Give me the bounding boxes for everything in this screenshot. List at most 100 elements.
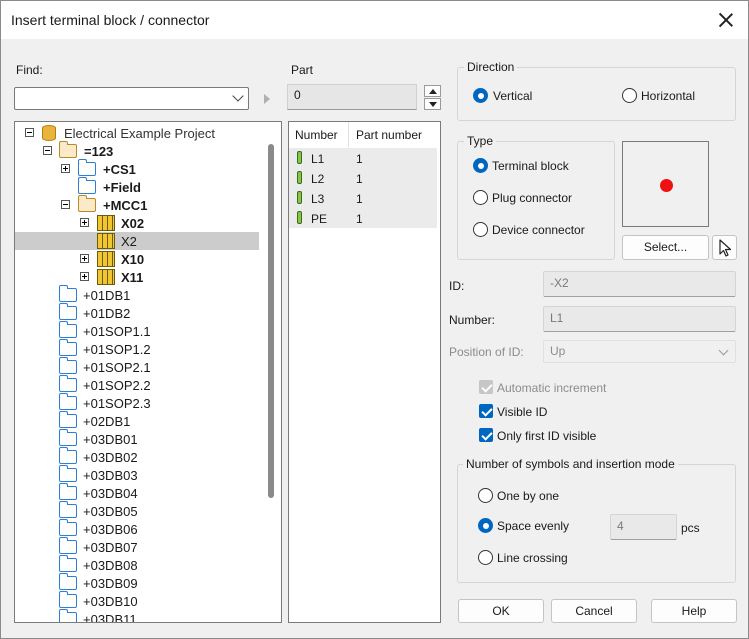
find-combobox[interactable] <box>14 87 249 110</box>
direction-group-label: Direction <box>464 60 518 74</box>
select-button[interactable]: Select... <box>622 235 709 260</box>
vertical-label[interactable]: Vertical <box>493 89 532 103</box>
id-field[interactable]: -X2 <box>543 271 736 297</box>
device-connector-label[interactable]: Device connector <box>492 223 585 237</box>
tree-item[interactable]: +02DB1 <box>15 411 281 430</box>
column-header-number[interactable]: Number <box>289 122 349 147</box>
line-crossing-radio[interactable] <box>478 550 493 565</box>
folder-icon <box>58 537 77 554</box>
find-next-arrow-icon[interactable] <box>255 87 279 110</box>
position-of-id-value: Up <box>550 344 566 358</box>
part-spin-down-icon[interactable] <box>424 98 441 110</box>
tree-item[interactable]: +01SOP2.2 <box>15 375 281 394</box>
folder-icon <box>58 519 77 536</box>
collapse-icon[interactable] <box>25 128 34 137</box>
tree-item[interactable]: +CS1 <box>15 159 281 178</box>
only-first-id-visible-label[interactable]: Only first ID visible <box>497 429 596 443</box>
horizontal-radio[interactable] <box>622 88 637 103</box>
position-of-id-label: Position of ID: <box>449 345 524 359</box>
expand-icon[interactable] <box>80 254 89 263</box>
position-of-id-select[interactable]: Up <box>543 340 736 363</box>
find-input[interactable] <box>18 90 218 107</box>
chevron-down-icon[interactable] <box>232 90 244 102</box>
list-item[interactable]: L2 1 <box>289 168 437 188</box>
tree-item[interactable]: +01DB2 <box>15 303 281 322</box>
terminal-block-label[interactable]: Terminal block <box>492 159 569 173</box>
terminal-block-radio[interactable] <box>473 158 488 173</box>
type-group-label: Type <box>464 134 497 148</box>
tree-item[interactable]: +03DB10 <box>15 591 281 610</box>
tree-item[interactable]: +01SOP2.1 <box>15 357 281 376</box>
collapse-icon[interactable] <box>61 200 70 209</box>
chevron-down-icon[interactable] <box>718 345 729 356</box>
vertical-radio[interactable] <box>473 88 488 103</box>
tree-item[interactable]: +03DB04 <box>15 483 281 502</box>
tree-item[interactable]: +01DB1 <box>15 285 281 304</box>
tree-item[interactable]: Electrical Example Project <box>15 124 281 142</box>
expand-icon[interactable] <box>80 272 89 281</box>
automatic-increment-label[interactable]: Automatic increment <box>497 381 606 395</box>
tree-item[interactable]: +03DB09 <box>15 573 281 592</box>
find-label: Find: <box>16 63 43 77</box>
automatic-increment-checkbox[interactable] <box>479 380 493 394</box>
line-crossing-label[interactable]: Line crossing <box>497 551 568 565</box>
folder-icon <box>58 573 77 590</box>
part-spin-up-icon[interactable] <box>424 85 441 97</box>
folder-icon <box>58 429 77 446</box>
project-tree[interactable]: Electrical Example Project =123 +CS1 +Fi… <box>14 121 282 623</box>
expand-icon[interactable] <box>61 164 70 173</box>
space-evenly-label[interactable]: Space evenly <box>497 519 569 533</box>
visible-id-label[interactable]: Visible ID <box>497 405 547 419</box>
tree-item[interactable]: X11 <box>15 268 281 286</box>
tree-item[interactable]: +03DB07 <box>15 537 281 556</box>
tree-item-selected[interactable]: X2 <box>15 232 259 250</box>
terminal-list[interactable]: Number Part number L1 1 L2 1 L3 1 PE 1 <box>288 121 441 623</box>
symbol-count-field[interactable]: 4 <box>610 514 677 540</box>
folder-icon <box>58 375 77 392</box>
folder-icon <box>58 447 77 464</box>
tree-item[interactable]: +03DB08 <box>15 555 281 574</box>
collapse-icon[interactable] <box>43 146 52 155</box>
folder-icon <box>58 609 77 622</box>
folder-icon <box>58 303 77 320</box>
horizontal-label[interactable]: Horizontal <box>641 89 695 103</box>
folder-icon <box>58 465 77 482</box>
list-item[interactable]: L3 1 <box>289 188 437 208</box>
one-by-one-radio[interactable] <box>478 488 493 503</box>
pick-cursor-button[interactable] <box>712 235 737 260</box>
close-icon[interactable] <box>716 10 736 30</box>
visible-id-checkbox[interactable] <box>479 404 493 418</box>
device-connector-radio[interactable] <box>473 222 488 237</box>
list-item[interactable]: PE 1 <box>289 208 437 228</box>
help-button[interactable]: Help <box>651 599 737 623</box>
tree-item[interactable]: +03DB11 <box>15 609 281 622</box>
list-item[interactable]: L1 1 <box>289 148 437 168</box>
tree-item[interactable]: +03DB01 <box>15 429 281 448</box>
expand-icon[interactable] <box>80 218 89 227</box>
tree-item[interactable]: =123 <box>15 141 281 160</box>
tree-item[interactable]: +01SOP1.1 <box>15 321 281 340</box>
cancel-button[interactable]: Cancel <box>551 599 637 623</box>
tree-item[interactable]: +03DB06 <box>15 519 281 538</box>
tree-item[interactable]: +MCC1 <box>15 195 281 214</box>
one-by-one-label[interactable]: One by one <box>497 489 559 503</box>
space-evenly-radio[interactable] <box>478 518 493 533</box>
number-field[interactable]: L1 <box>543 306 736 332</box>
only-first-id-visible-checkbox[interactable] <box>479 428 493 442</box>
tree-item[interactable]: X02 <box>15 214 281 232</box>
part-label: Part <box>291 63 314 77</box>
tree-item[interactable]: +Field <box>15 177 281 196</box>
tree-item[interactable]: +03DB03 <box>15 465 281 484</box>
tree-item[interactable]: +03DB05 <box>15 501 281 520</box>
ok-button[interactable]: OK <box>458 599 544 623</box>
tree-item[interactable]: X10 <box>15 250 281 268</box>
plug-connector-label[interactable]: Plug connector <box>492 191 572 205</box>
tree-item[interactable]: +01SOP1.2 <box>15 339 281 358</box>
terminal-block-icon <box>97 233 115 249</box>
tree-item[interactable]: +01SOP2.3 <box>15 393 281 412</box>
part-field[interactable]: 0 <box>287 84 417 110</box>
column-header-part-number[interactable]: Part number <box>350 122 440 147</box>
tree-item[interactable]: +03DB02 <box>15 447 281 466</box>
tree-scrollbar[interactable] <box>268 144 274 498</box>
plug-connector-radio[interactable] <box>473 190 488 205</box>
